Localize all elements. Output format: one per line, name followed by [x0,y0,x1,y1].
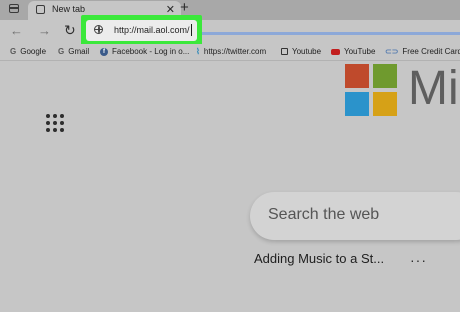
address-bar-underline [202,32,460,35]
new-tab-button[interactable]: + [180,0,189,16]
logo-green-square [373,64,397,88]
web-search-box[interactable]: Search the web [250,192,460,240]
bookmark-label: Facebook - Log in o... [112,47,190,56]
navigation-toolbar: ← → ↻ [0,20,460,42]
address-input[interactable]: http://mail.aol.com/ [114,24,192,36]
new-tab-favicon-icon [36,5,45,14]
bookmarks-bar: G Google G Gmail f Facebook - Log in o... ⌇… [0,44,460,61]
gmail-icon: G [58,47,65,57]
bookmark-label: YouTube [344,47,376,56]
google-icon: G [10,47,17,57]
globe-icon [94,25,103,34]
tab-strip: New tab ✕ + [0,0,460,20]
bookmark-facebook[interactable]: f Facebook - Log in o... [100,47,189,56]
bookmark-label: Free Credit Card N [402,47,460,56]
youtube-play-icon [331,48,340,55]
bookmark-label: Youtube [292,47,322,56]
logo-red-square [345,64,369,88]
bookmark-label: Gmail [68,47,90,56]
search-input[interactable]: Search the web [268,206,379,224]
logo-yellow-square [373,92,397,116]
bookmark-youtube-2[interactable]: YouTube [331,47,375,56]
youtube-box-icon [281,48,288,56]
bookmark-youtube-1[interactable]: Youtube [281,47,321,56]
back-button[interactable]: ← [10,23,23,38]
bookmark-free-credit-card[interactable]: ⊂⊃Free Credit Card N [385,47,460,56]
facebook-icon: f [100,47,108,56]
bookmark-gmail[interactable]: G Gmail [58,47,89,56]
bookmark-google[interactable]: G Google [10,47,46,56]
twitter-icon: ⌇ [196,47,200,57]
bookmark-label: Google [20,47,47,56]
microsoft-logo-icon [345,64,397,116]
tab-actions-icon[interactable] [9,4,19,13]
more-options-icon[interactable]: ··· [410,252,427,268]
forward-button[interactable]: → [38,23,51,38]
tab-title: New tab [52,4,86,14]
logo-blue-square [345,92,369,116]
bookmark-label: https://twitter.com [203,47,267,56]
bookmark-twitter[interactable]: ⌇ https://twitter.com [196,47,266,56]
refresh-button[interactable]: ↻ [64,22,76,39]
address-bar[interactable]: http://mail.aol.com/ [86,20,197,41]
news-feed-item-title[interactable]: Adding Music to a St... [254,251,384,266]
app-launcher-icon[interactable] [46,114,68,136]
credit-card-link-icon: ⊂⊃ [385,47,399,57]
microsoft-wordmark: Mi [408,62,459,115]
